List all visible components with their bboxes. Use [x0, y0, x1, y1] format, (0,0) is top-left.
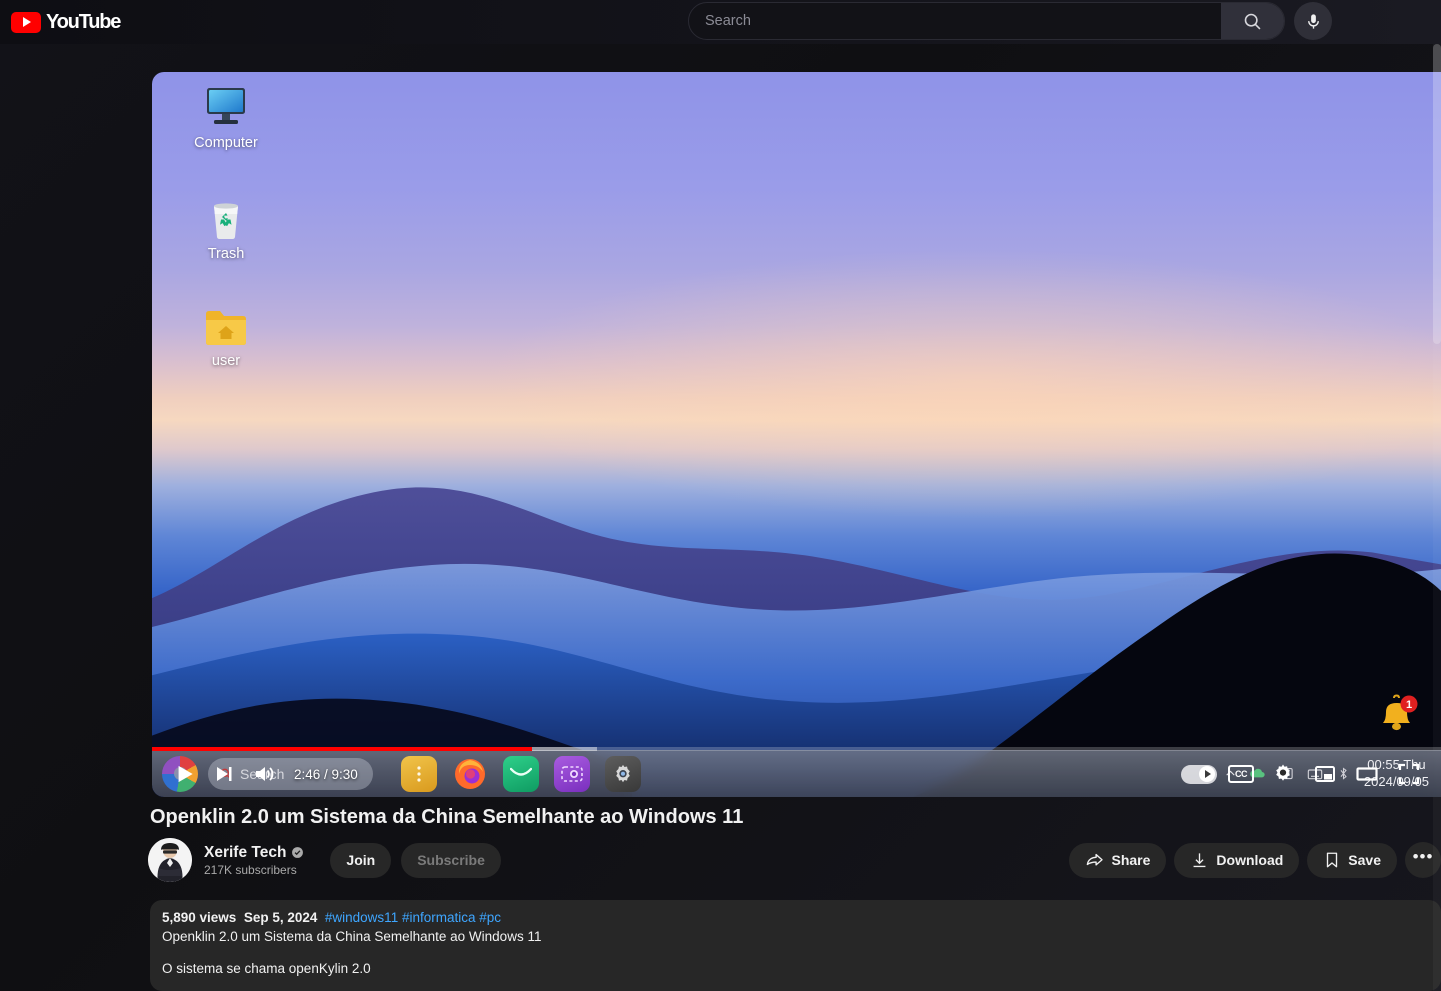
subscribe-button[interactable]: Subscribe — [401, 842, 501, 878]
progress-bar[interactable] — [152, 747, 1441, 751]
monitor-icon — [207, 88, 245, 124]
page-title: Openklin 2.0 um Sistema da China Semelha… — [150, 806, 744, 828]
share-icon — [1087, 853, 1104, 866]
youtube-wordmark: YouTube — [46, 10, 121, 33]
next-icon — [217, 767, 232, 781]
notification-bell-icon: 1 — [1373, 693, 1419, 735]
share-button[interactable]: Share — [1069, 842, 1167, 878]
fullscreen-icon — [1398, 763, 1420, 785]
video-player[interactable]: Computer Trash user 1 00:55 Thu 2024/09/… — [152, 72, 1441, 797]
description-line-2: O sistema se chama openKylin 2.0 — [162, 961, 371, 977]
description-line-1: Openklin 2.0 um Sistema da China Semelha… — [162, 929, 542, 944]
description-hashtags[interactable]: #windows11 #informatica #pc — [325, 910, 501, 925]
settings-button[interactable] — [1263, 754, 1303, 794]
masthead: YouTube — [0, 0, 1441, 44]
save-button[interactable]: Save — [1307, 842, 1397, 878]
verified-badge-icon — [292, 847, 304, 858]
voice-search-button[interactable] — [1294, 2, 1332, 40]
owner-meta: Xerife Tech 217K subscribers — [204, 844, 304, 877]
subscriber-count: 217K subscribers — [204, 862, 297, 877]
description-box[interactable]: 5,890 views Sep 5, 2024 #windows11 #info… — [150, 900, 1441, 991]
avatar[interactable] — [148, 838, 192, 882]
miniplayer-button[interactable] — [1305, 754, 1345, 794]
autoplay-toggle[interactable] — [1179, 754, 1219, 794]
search-area — [688, 2, 1332, 40]
time-display: 2:46 / 9:30 — [294, 766, 358, 782]
volume-button[interactable] — [244, 754, 284, 794]
gear-icon — [1276, 764, 1290, 781]
microphone-icon — [1307, 13, 1319, 29]
youtube-logo[interactable]: YouTube — [11, 10, 121, 34]
play-icon — [178, 765, 193, 783]
control-row-right: CC — [1179, 754, 1429, 794]
theater-icon — [1356, 767, 1378, 781]
desktop-icon-user[interactable]: user — [176, 308, 276, 369]
view-count: 5,890 views — [162, 910, 237, 925]
next-video-button[interactable] — [204, 754, 244, 794]
join-button[interactable]: Join — [330, 842, 392, 878]
volume-icon — [256, 767, 274, 781]
desktop-icons: Computer Trash user — [176, 86, 276, 369]
youtube-play-icon — [11, 11, 41, 33]
download-icon — [1193, 852, 1206, 867]
scrollbar-thumb[interactable] — [1433, 44, 1441, 344]
save-label: Save — [1348, 852, 1381, 868]
bookmark-icon — [1327, 852, 1338, 868]
search-submit-button[interactable] — [1221, 3, 1284, 39]
video-frame-desktop: Computer Trash user 1 00:55 Thu 2024/09/… — [152, 72, 1441, 797]
autoplay-switch — [1181, 764, 1217, 784]
download-button[interactable]: Download — [1174, 842, 1300, 878]
theater-mode-button[interactable] — [1347, 754, 1387, 794]
notification-count: 1 — [1406, 699, 1412, 711]
trash-icon — [214, 203, 238, 239]
miniplayer-icon — [1315, 766, 1335, 782]
desktop-icon-label: Trash — [207, 246, 245, 262]
desktop-icon-label: Computer — [194, 135, 258, 151]
search-icon — [1244, 13, 1261, 29]
channel-name[interactable]: Xerife Tech — [204, 844, 286, 862]
home-folder-icon — [206, 311, 246, 345]
progress-played — [152, 747, 533, 751]
cc-icon: CC — [1228, 765, 1254, 783]
desktop-icon-trash[interactable]: Trash — [176, 197, 276, 262]
page-scrollbar[interactable] — [1433, 44, 1441, 991]
owner-row: Xerife Tech 217K subscribers Join Subscr… — [148, 838, 1441, 882]
search-box — [688, 2, 1285, 40]
description-meta: 5,890 views Sep 5, 2024 #windows11 #info… — [162, 910, 1429, 925]
fullscreen-button[interactable] — [1389, 754, 1429, 794]
play-button[interactable] — [164, 754, 204, 794]
desktop-icon-computer[interactable]: Computer — [176, 86, 276, 151]
video-actions: Share Download Save ••• — [1069, 842, 1441, 878]
share-label: Share — [1111, 852, 1151, 868]
player-controls: 2:46 / 9:30 CC — [152, 747, 1441, 797]
download-label: Download — [1216, 852, 1284, 868]
desktop-icon-label: user — [211, 353, 241, 369]
search-input[interactable] — [689, 3, 1221, 39]
publish-date: Sep 5, 2024 — [243, 910, 318, 925]
subtitles-button[interactable]: CC — [1221, 754, 1261, 794]
control-row: 2:46 / 9:30 CC — [152, 751, 1441, 797]
